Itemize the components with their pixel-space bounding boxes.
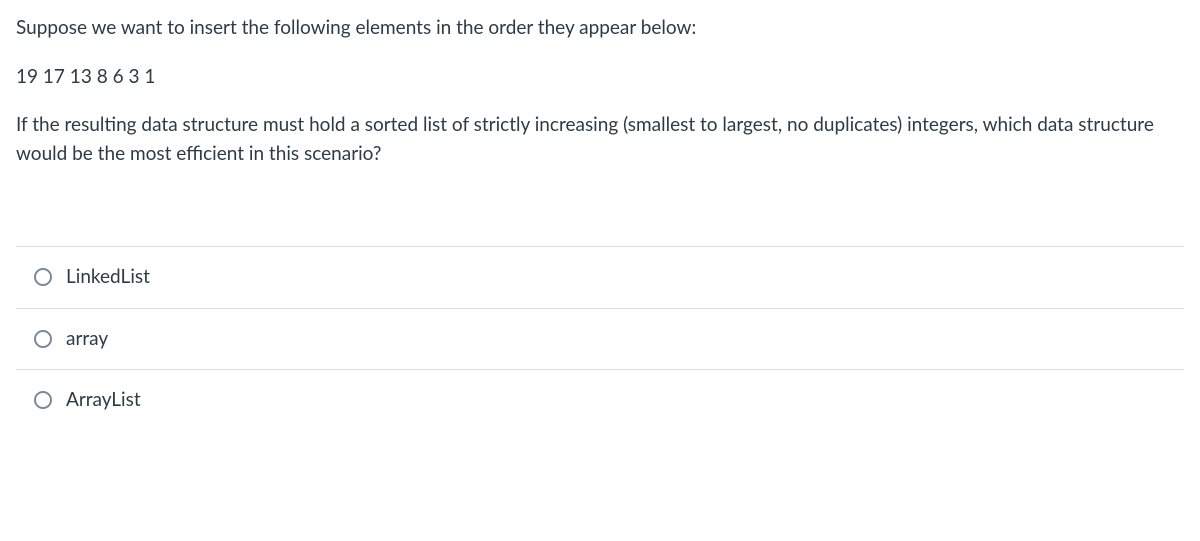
- option-label: ArrayList: [66, 386, 141, 415]
- option-arraylist[interactable]: ArrayList: [16, 369, 1184, 431]
- radio-icon: [34, 330, 52, 348]
- question-paragraph-1: Suppose we want to insert the following …: [16, 14, 1184, 43]
- options-list: LinkedList array ArrayList: [16, 246, 1184, 431]
- radio-icon: [34, 391, 52, 409]
- option-array[interactable]: array: [16, 308, 1184, 370]
- question-paragraph-2: 19 17 13 8 6 3 1: [16, 63, 1184, 92]
- radio-icon: [34, 268, 52, 286]
- option-label: LinkedList: [66, 263, 150, 292]
- question-paragraph-3: If the resulting data structure must hol…: [16, 111, 1184, 168]
- option-linkedlist[interactable]: LinkedList: [16, 246, 1184, 308]
- option-label: array: [66, 325, 108, 354]
- question-text: Suppose we want to insert the following …: [16, 14, 1184, 168]
